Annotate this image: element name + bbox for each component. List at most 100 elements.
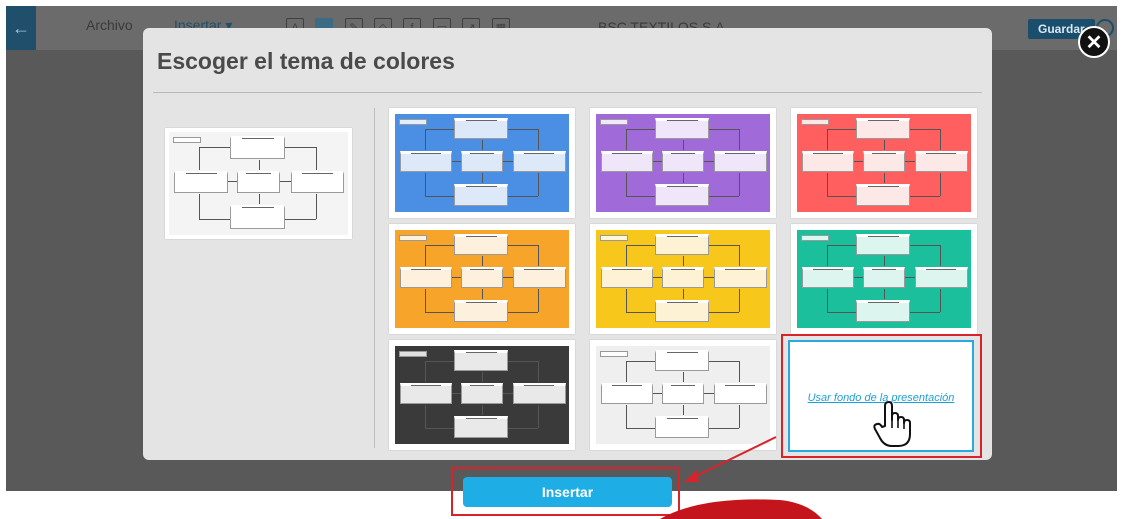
mini-diagram xyxy=(596,230,770,328)
mini-box-top xyxy=(454,117,509,140)
vertical-divider xyxy=(374,108,375,448)
mini-box-mid xyxy=(461,383,503,404)
mini-connector xyxy=(910,128,940,130)
mini-connector xyxy=(683,404,684,415)
highlight-frame-background-option xyxy=(781,334,982,458)
mini-box-bot xyxy=(856,183,911,207)
mini-label-box xyxy=(801,235,829,241)
mini-box-mid xyxy=(863,267,905,288)
theme-card-teal[interactable] xyxy=(791,224,977,334)
mini-connector xyxy=(482,140,483,151)
theme-card-blue[interactable] xyxy=(389,108,575,218)
mini-connector xyxy=(683,256,684,267)
mini-box-left xyxy=(802,267,855,288)
mini-connector xyxy=(424,360,426,383)
mini-connector xyxy=(826,172,828,197)
mini-label-box xyxy=(801,119,829,125)
mini-connector xyxy=(625,360,656,362)
mini-diagram xyxy=(395,114,569,212)
theme-card-light[interactable] xyxy=(590,340,776,450)
mini-box-left xyxy=(601,267,654,288)
mini-connector xyxy=(424,196,455,198)
mini-box-left xyxy=(601,151,654,172)
mini-connector xyxy=(424,128,455,130)
insert-button[interactable]: Insertar xyxy=(463,477,672,507)
mini-connector xyxy=(537,360,539,383)
mini-connector xyxy=(738,128,740,151)
mini-connector xyxy=(482,288,483,299)
mini-diagram xyxy=(596,114,770,212)
mini-connector xyxy=(904,277,916,279)
mini-connector xyxy=(625,428,656,430)
mini-connector xyxy=(482,404,483,415)
mini-connector xyxy=(709,312,739,314)
mini-connector xyxy=(625,172,627,197)
mini-connector xyxy=(508,428,538,430)
mini-diagram xyxy=(169,132,348,235)
mini-connector xyxy=(939,172,941,197)
mini-connector xyxy=(482,172,483,183)
mini-box-right xyxy=(513,267,566,288)
mini-connector xyxy=(625,288,627,313)
mini-connector xyxy=(625,196,656,198)
mini-connector xyxy=(258,193,260,205)
mini-box-top xyxy=(655,349,710,372)
mini-box-left xyxy=(601,383,654,404)
theme-card-orange[interactable] xyxy=(389,224,575,334)
mini-connector xyxy=(709,244,739,246)
mini-connector xyxy=(452,161,462,163)
mini-connector xyxy=(502,277,514,279)
mini-box-bot xyxy=(655,299,710,323)
mini-connector xyxy=(625,128,627,151)
mini-box-top xyxy=(856,233,911,256)
mini-box-left xyxy=(802,151,855,172)
mini-connector xyxy=(884,288,885,299)
mini-connector xyxy=(826,244,857,246)
mini-diagram xyxy=(596,346,770,444)
mini-connector xyxy=(703,393,715,395)
theme-card-red[interactable] xyxy=(791,108,977,218)
mini-connector xyxy=(508,360,538,362)
mini-connector xyxy=(424,244,455,246)
theme-card-yellow[interactable] xyxy=(590,224,776,334)
mini-connector xyxy=(709,428,739,430)
mini-box-left xyxy=(400,383,453,404)
theme-card-purple[interactable] xyxy=(590,108,776,218)
mini-connector xyxy=(424,312,455,314)
mini-connector xyxy=(199,193,201,219)
mini-connector xyxy=(508,312,538,314)
mini-diagram xyxy=(797,230,971,328)
mini-connector xyxy=(315,147,317,171)
menu-archivo[interactable]: Archivo xyxy=(86,17,133,33)
mini-label-box xyxy=(600,119,628,125)
mini-connector xyxy=(910,312,940,314)
selected-template-preview xyxy=(165,128,352,239)
mini-label-box xyxy=(600,351,628,357)
mini-box-bot xyxy=(454,183,509,207)
mini-connector xyxy=(537,288,539,313)
mini-connector xyxy=(424,404,426,429)
mini-box-right xyxy=(290,171,345,193)
mini-box-right xyxy=(714,383,767,404)
mini-box-top xyxy=(655,233,710,256)
theme-card-dark[interactable] xyxy=(389,340,575,450)
mini-box-top xyxy=(229,136,286,159)
mini-connector xyxy=(738,288,740,313)
close-icon[interactable]: ✕ xyxy=(1078,26,1110,58)
arrow-left-icon: ← xyxy=(12,18,30,38)
mini-connector xyxy=(537,172,539,197)
mini-connector xyxy=(508,128,538,130)
mini-box-right xyxy=(714,151,767,172)
back-button[interactable]: ← xyxy=(6,6,36,50)
mini-connector xyxy=(625,312,656,314)
mini-connector xyxy=(653,161,663,163)
mini-connector xyxy=(904,161,916,163)
mini-diagram xyxy=(797,114,971,212)
mini-connector xyxy=(625,244,627,267)
mini-connector xyxy=(452,393,462,395)
mini-connector xyxy=(424,244,426,267)
mini-connector xyxy=(625,404,627,429)
mini-connector xyxy=(910,196,940,198)
mini-connector xyxy=(228,181,237,183)
mini-diagram xyxy=(395,346,569,444)
